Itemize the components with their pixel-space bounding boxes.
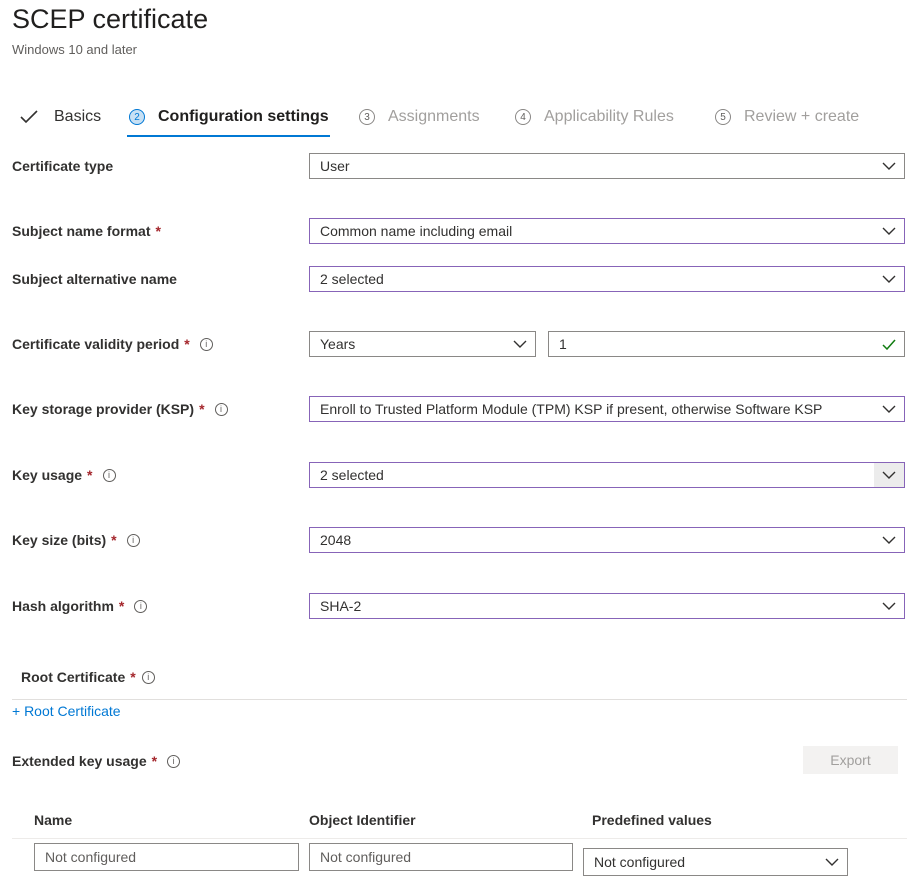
tab-assignments-label: Assignments	[388, 108, 480, 125]
subject-alternative-name-value: 2 selected	[320, 271, 384, 287]
tab-applicability-rules[interactable]: 4 Applicability Rules	[515, 104, 674, 130]
validity-unit-dropdown[interactable]: Years	[309, 331, 536, 357]
tab-basics[interactable]: Basics	[20, 104, 101, 130]
add-root-certificate-link[interactable]: + Root Certificate	[12, 703, 121, 719]
chevron-down-icon	[874, 463, 904, 487]
root-certificate-label-text: Root Certificate	[21, 669, 126, 685]
tab-review-create[interactable]: 5 Review + create	[715, 104, 859, 130]
required-indicator: *	[199, 401, 205, 417]
validity-number-field[interactable]: 1	[548, 331, 905, 357]
subject-name-format-label: Subject name format *	[12, 223, 161, 239]
certificate-type-dropdown[interactable]: User	[309, 153, 905, 179]
chevron-down-icon	[874, 267, 904, 291]
eku-name-input[interactable]: Not configured	[34, 843, 299, 871]
required-indicator: *	[130, 669, 136, 685]
chevron-down-icon	[874, 219, 904, 243]
key-storage-provider-label-text: Key storage provider (KSP)	[12, 401, 195, 417]
active-tab-underline	[127, 135, 330, 137]
certificate-type-label: Certificate type	[12, 158, 113, 174]
info-icon[interactable]: i	[126, 533, 140, 547]
info-icon[interactable]: i	[134, 599, 148, 613]
eku-predefined-values-dropdown[interactable]: Not configured	[583, 848, 848, 876]
certificate-validity-period-label: Certificate validity period * i	[12, 336, 213, 352]
hash-algorithm-label-text: Hash algorithm	[12, 598, 114, 614]
checkmark-icon	[874, 332, 904, 356]
key-size-label: Key size (bits) * i	[12, 532, 140, 548]
hash-algorithm-dropdown[interactable]: SHA-2	[309, 593, 905, 619]
hash-algorithm-value: SHA-2	[320, 598, 362, 614]
required-indicator: *	[118, 598, 125, 614]
eku-oid-input[interactable]: Not configured	[309, 843, 573, 871]
certificate-validity-period-label-text: Certificate validity period	[12, 336, 180, 352]
page-subtitle: Windows 10 and later	[12, 42, 138, 57]
required-indicator: *	[151, 753, 158, 769]
column-header-predefined-values: Predefined values	[592, 812, 712, 828]
chevron-down-icon	[874, 154, 904, 178]
subject-alternative-name-dropdown[interactable]: 2 selected	[309, 266, 905, 292]
tab-configuration-settings-label: Configuration settings	[158, 108, 329, 125]
chevron-down-icon	[874, 528, 904, 552]
eku-name-placeholder: Not configured	[45, 849, 137, 865]
root-certificate-label: Root Certificate * i	[21, 669, 155, 685]
column-header-name: Name	[34, 812, 73, 828]
key-size-label-text: Key size (bits)	[12, 532, 107, 548]
step-number-badge: 2	[129, 109, 145, 125]
key-usage-dropdown[interactable]: 2 selected	[309, 462, 905, 488]
chevron-down-icon	[817, 850, 847, 874]
eku-predefined-value: Not configured	[594, 854, 686, 870]
info-icon[interactable]: i	[214, 402, 228, 416]
step-number-badge: 3	[359, 109, 375, 125]
page-title: SCEP certificate	[12, 4, 209, 34]
tab-assignments[interactable]: 3 Assignments	[359, 104, 480, 130]
certificate-type-value: User	[320, 158, 350, 174]
step-number-badge: 5	[715, 109, 731, 125]
chevron-down-icon	[874, 397, 904, 421]
info-icon[interactable]: i	[102, 468, 116, 482]
extended-key-usage-label: Extended key usage * i	[12, 753, 181, 769]
required-indicator: *	[111, 532, 117, 548]
key-usage-label-text: Key usage	[12, 467, 83, 483]
required-indicator: *	[155, 223, 161, 239]
key-storage-provider-label: Key storage provider (KSP) * i	[12, 401, 228, 417]
hash-algorithm-label: Hash algorithm * i	[12, 598, 148, 614]
eku-oid-placeholder: Not configured	[320, 849, 412, 865]
key-storage-provider-value: Enroll to Trusted Platform Module (TPM) …	[320, 401, 823, 417]
validity-number-value: 1	[559, 336, 567, 352]
tab-configuration-settings[interactable]: 2 Configuration settings	[129, 104, 329, 130]
subject-alternative-name-label-text: Subject alternative name	[12, 271, 177, 287]
info-icon[interactable]: i	[167, 754, 181, 768]
tab-basics-label: Basics	[54, 108, 102, 125]
subject-name-format-value: Common name including email	[320, 223, 513, 239]
info-icon[interactable]: i	[141, 670, 155, 684]
tab-applicability-rules-label: Applicability Rules	[544, 108, 674, 125]
certificate-type-label-text: Certificate type	[12, 158, 114, 174]
key-usage-label: Key usage * i	[12, 467, 116, 483]
key-size-dropdown[interactable]: 2048	[309, 527, 905, 553]
checkmark-icon	[20, 110, 38, 124]
subject-name-format-dropdown[interactable]: Common name including email	[309, 218, 905, 244]
subject-name-format-label-text: Subject name format	[12, 223, 151, 239]
export-button[interactable]: Export	[803, 746, 898, 774]
key-usage-value: 2 selected	[320, 467, 384, 483]
chevron-down-icon	[874, 594, 904, 618]
step-number-badge: 4	[515, 109, 531, 125]
subject-alternative-name-label: Subject alternative name	[12, 271, 177, 287]
required-indicator: *	[87, 467, 93, 483]
tab-review-create-label: Review + create	[744, 108, 860, 125]
info-icon[interactable]: i	[199, 337, 213, 351]
extended-key-usage-label-text: Extended key usage	[12, 753, 147, 769]
key-size-value: 2048	[320, 532, 352, 548]
chevron-down-icon	[505, 332, 535, 356]
validity-unit-value: Years	[320, 336, 356, 352]
column-header-object-identifier: Object Identifier	[309, 812, 416, 828]
key-storage-provider-dropdown[interactable]: Enroll to Trusted Platform Module (TPM) …	[309, 396, 905, 422]
section-divider	[12, 699, 907, 700]
required-indicator: *	[184, 336, 190, 352]
